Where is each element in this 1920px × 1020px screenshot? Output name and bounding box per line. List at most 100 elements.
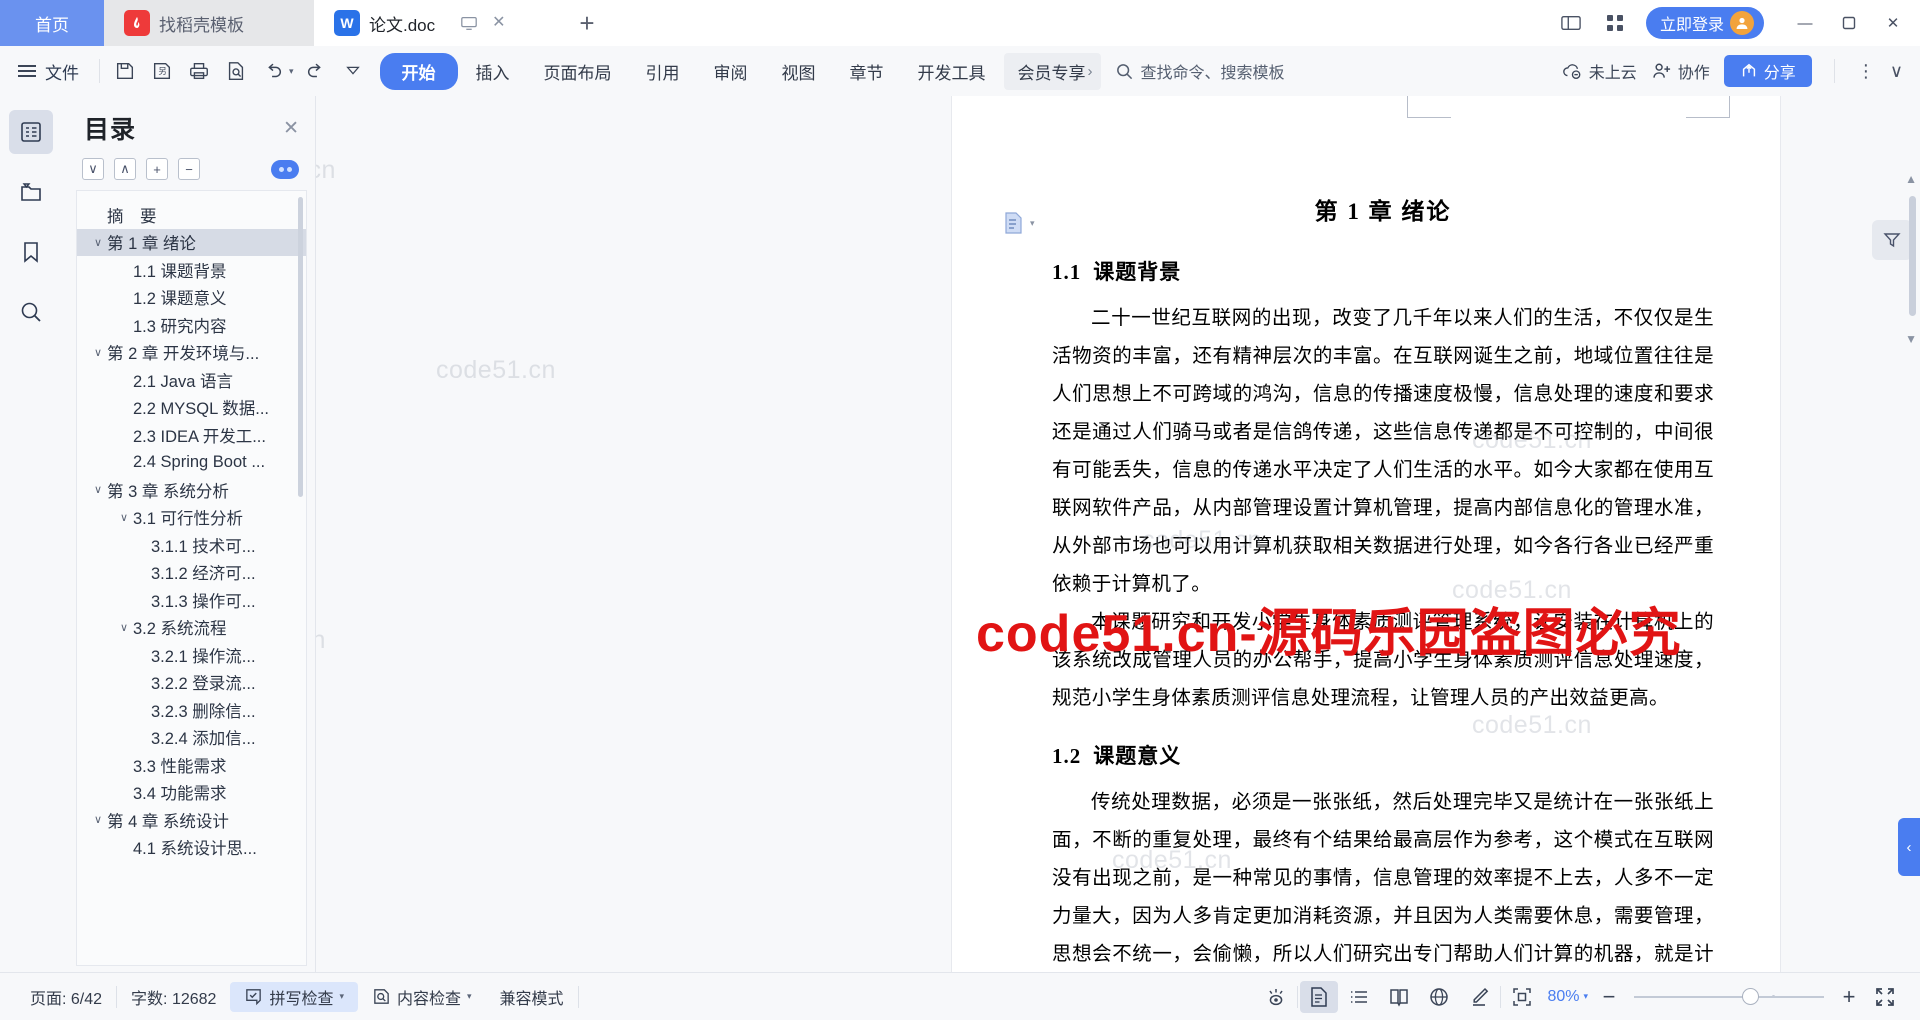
maximize-button[interactable] xyxy=(1828,3,1870,43)
toc-item[interactable]: ·2.3 IDEA 开发工... xyxy=(77,421,306,449)
print-icon[interactable] xyxy=(182,54,216,88)
tab-start[interactable]: 开始 xyxy=(379,52,458,90)
toc-item[interactable]: ∨ 第 1 章 绪论 xyxy=(77,228,306,256)
collapse-ribbon-icon[interactable]: ∨ xyxy=(1890,61,1904,82)
collapse-up-button[interactable]: ∧ xyxy=(114,158,136,180)
zoom-in-button[interactable]: + xyxy=(1834,984,1864,1010)
more-options-icon[interactable]: ⋮ xyxy=(1857,61,1876,82)
chevron-down-icon[interactable]: ∨ xyxy=(115,621,133,634)
new-tab-button[interactable]: + xyxy=(564,0,610,46)
toc-item[interactable]: ·4.1 系统设计思... xyxy=(77,834,306,862)
tab-template[interactable]: 找稻壳模板 xyxy=(104,0,314,46)
toc-item[interactable]: ·3.1.3 操作可... xyxy=(77,586,306,614)
chevron-down-icon[interactable]: ∨ xyxy=(115,511,133,524)
bookmark-panel-icon[interactable] xyxy=(9,230,53,274)
tab-page-layout[interactable]: 页面布局 xyxy=(528,53,628,90)
tab-vip-exclusive[interactable]: 会员专享 › xyxy=(1003,52,1101,90)
fullscreen-icon[interactable] xyxy=(1866,981,1904,1013)
toggle-visibility-switch[interactable] xyxy=(271,159,299,179)
split-view-icon[interactable] xyxy=(1554,8,1588,38)
tab-references[interactable]: 引用 xyxy=(630,53,696,90)
tab-review[interactable]: 审阅 xyxy=(698,53,764,90)
document-body[interactable]: 第 1 章 绪论 1.1 课题背景 二十一世纪互联网的出现，改变了几千年以来人们的… xyxy=(952,96,1780,972)
tab-home[interactable]: 首页 xyxy=(0,0,104,46)
tab-chapter[interactable]: 章节 xyxy=(834,53,900,90)
zoom-out-button[interactable]: − xyxy=(1594,984,1624,1010)
expand-all-button[interactable]: + xyxy=(146,158,168,180)
cloud-status-button[interactable]: 未上云 xyxy=(1561,59,1637,83)
search-panel-icon[interactable] xyxy=(9,290,53,334)
outline-view-icon[interactable] xyxy=(1340,981,1378,1013)
document-canvas[interactable]: code51.cn code51.cn code51.cn ▾ 第 1 章 绪论… xyxy=(316,96,1864,972)
toc-item[interactable]: ·3.1.2 经济可... xyxy=(77,559,306,587)
word-count[interactable]: 字数: 12682 xyxy=(117,985,230,1009)
toc-item[interactable]: ∨ 3.1 可行性分析 xyxy=(77,504,306,532)
zoom-slider-knob[interactable] xyxy=(1742,988,1759,1005)
scroll-up-icon[interactable]: ▲ xyxy=(1905,172,1917,186)
toc-scrollbar[interactable] xyxy=(298,197,303,497)
toc-item[interactable]: ·2.4 Spring Boot ... xyxy=(77,449,306,477)
save-icon[interactable] xyxy=(108,54,142,88)
chevron-down-icon[interactable]: ▾ xyxy=(1583,991,1588,1002)
print-preview-icon[interactable] xyxy=(219,54,253,88)
toc-item[interactable]: ·2.1 Java 语言 xyxy=(77,366,306,394)
zoom-level[interactable]: 80% ▾ xyxy=(1547,988,1588,1006)
close-icon[interactable]: ✕ xyxy=(283,117,299,140)
fit-page-icon[interactable] xyxy=(1503,981,1541,1013)
toc-item[interactable]: ·3.3 性能需求 xyxy=(77,751,306,779)
share-button[interactable]: 分享 xyxy=(1723,55,1812,87)
toc-item[interactable]: ·2.2 MYSQL 数据... xyxy=(77,394,306,422)
compat-mode-label[interactable]: 兼容模式 xyxy=(486,985,578,1009)
toc-item[interactable]: ·1.3 研究内容 xyxy=(77,311,306,339)
content-check-button[interactable]: 内容检查 ▾ xyxy=(358,985,486,1009)
folder-panel-icon[interactable] xyxy=(9,170,53,214)
chevron-down-icon[interactable]: ▾ xyxy=(339,991,344,1002)
chevron-down-icon[interactable]: ∨ xyxy=(89,483,107,496)
toc-item[interactable]: ·3.1.1 技术可... xyxy=(77,531,306,559)
tab-developer-tools[interactable]: 开发工具 xyxy=(902,53,1002,90)
toc-item[interactable]: ∨ 3.2 系统流程 xyxy=(77,614,306,642)
grid-apps-icon[interactable] xyxy=(1598,8,1632,38)
page-indicator[interactable]: 页面: 6/42 xyxy=(16,985,116,1009)
open-sidebar-flap[interactable]: ‹ xyxy=(1898,818,1920,876)
toc-item[interactable]: ·3.2.2 登录流... xyxy=(77,669,306,697)
chevron-down-icon[interactable]: ▾ xyxy=(467,991,472,1002)
close-button[interactable]: ✕ xyxy=(1872,3,1914,43)
tab-close-icon[interactable]: ✕ xyxy=(492,15,505,31)
document-page[interactable]: ▾ 第 1 章 绪论 1.1 课题背景 二十一世纪互联网的出现，改变了几千年以来人… xyxy=(952,96,1780,972)
focus-eye-icon[interactable] xyxy=(1257,981,1295,1013)
spellcheck-button[interactable]: 拼写检查 ▾ xyxy=(230,981,358,1012)
toc-item[interactable]: ·3.4 功能需求 xyxy=(77,779,306,807)
toc-item[interactable]: ∨ 第 3 章 系统分析 xyxy=(77,476,306,504)
collaborate-button[interactable]: 协作 xyxy=(1651,59,1710,83)
tab-document[interactable]: W 论文.doc ✕ xyxy=(314,0,564,46)
chevron-down-icon[interactable]: ∨ xyxy=(89,346,107,359)
vertical-scrollbar[interactable] xyxy=(1906,196,1918,316)
toc-item[interactable]: ·3.2.1 操作流... xyxy=(77,641,306,669)
reading-view-icon[interactable] xyxy=(1380,981,1418,1013)
expand-down-button[interactable]: ∨ xyxy=(82,158,104,180)
chevron-down-icon[interactable]: ∨ xyxy=(89,236,107,249)
toc-item[interactable]: ·摘 要 xyxy=(77,201,306,229)
zoom-slider[interactable] xyxy=(1634,987,1824,1007)
ink-pen-icon[interactable] xyxy=(1460,981,1498,1013)
search-command-box[interactable]: 查找命令、搜索模板 xyxy=(1115,59,1285,83)
tab-present-icon[interactable] xyxy=(460,14,478,32)
toc-item[interactable]: ·1.1 课题背景 xyxy=(77,256,306,284)
scroll-down-icon[interactable]: ▼ xyxy=(1905,332,1917,346)
customize-toolbar-icon[interactable] xyxy=(336,54,370,88)
toc-item[interactable]: ·1.2 课题意义 xyxy=(77,284,306,312)
tab-insert[interactable]: 插入 xyxy=(460,53,526,90)
chevron-down-icon[interactable]: ∨ xyxy=(89,813,107,826)
redo-icon[interactable] xyxy=(299,54,333,88)
page-view-icon[interactable] xyxy=(1300,980,1339,1013)
file-menu-button[interactable]: 文件 xyxy=(10,59,91,84)
login-button[interactable]: 立即登录 xyxy=(1645,7,1764,39)
collapse-all-button[interactable]: − xyxy=(178,158,200,180)
web-view-icon[interactable] xyxy=(1420,981,1458,1013)
undo-icon[interactable] xyxy=(256,54,290,88)
save-as-icon[interactable]: 另 xyxy=(145,54,179,88)
undo-dropdown-icon[interactable]: ▾ xyxy=(289,66,294,77)
toc-item[interactable]: ∨ 第 4 章 系统设计 xyxy=(77,806,306,834)
toc-item[interactable]: ·3.2.4 添加信... xyxy=(77,724,306,752)
